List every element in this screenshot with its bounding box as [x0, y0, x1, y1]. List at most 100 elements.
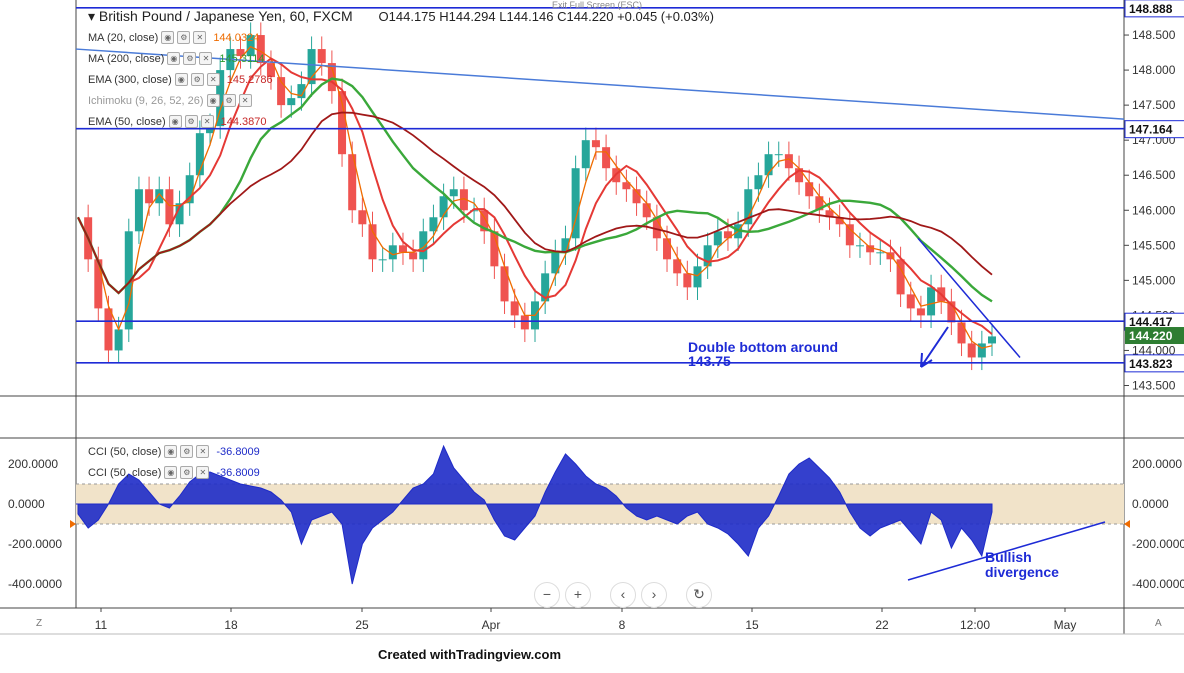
candle-body	[805, 182, 814, 197]
candle-body	[602, 147, 611, 169]
y-tick-label: 143.500	[1132, 378, 1176, 392]
x-tick-label: 25	[355, 618, 369, 632]
gear-icon[interactable]: ⚙	[183, 52, 197, 65]
ohlc-readout: O144.175 H144.294 L144.146 C144.220 +0.0…	[378, 9, 714, 24]
candle-body	[967, 343, 976, 358]
candle-body	[957, 322, 966, 344]
eye-icon[interactable]: ◉	[164, 466, 178, 479]
gear-icon[interactable]: ⚙	[184, 115, 198, 128]
y-tick-label: 145.500	[1132, 238, 1176, 252]
x-tick-label: 22	[875, 618, 889, 632]
cci-y-tick-label: -200.0000	[1132, 537, 1184, 551]
candle-body	[703, 245, 712, 267]
eye-icon[interactable]: ◉	[168, 115, 182, 128]
indicator-ma20[interactable]: MA (20, close) ◉ ⚙ ✕ 144.0324	[88, 31, 259, 44]
divergence-label: Bullish	[985, 549, 1032, 565]
gear-icon[interactable]: ⚙	[190, 73, 204, 86]
indicator-ema300[interactable]: EMA (300, close) ◉ ⚙ ✕ 145.2786	[88, 73, 273, 86]
eye-icon[interactable]: ◉	[167, 52, 181, 65]
chevron-left-icon[interactable]: ‹	[610, 582, 636, 608]
x-tick-label: 12:00	[960, 618, 990, 632]
candle-body	[134, 189, 143, 232]
y-tick-label: 148.000	[1132, 63, 1176, 77]
indicator-label: MA (200, close)	[88, 52, 165, 65]
indicator-value: -36.8009	[216, 466, 260, 479]
close-icon[interactable]: ✕	[238, 94, 252, 107]
cci-legend-1[interactable]: CCI (50, close) ◉ ⚙ ✕ -36.8009	[88, 445, 260, 458]
indicator-ma200[interactable]: MA (200, close) ◉ ⚙ ✕ 145.3114	[88, 52, 265, 65]
indicator-value: 144.3870	[220, 115, 267, 128]
gear-icon[interactable]: ⚙	[180, 466, 194, 479]
symbol-title[interactable]: British Pound / Japanese Yen, 60, FXCM	[99, 8, 353, 24]
cci-y-tick-label: 200.0000	[1132, 457, 1182, 471]
close-icon[interactable]: ✕	[196, 466, 210, 479]
close-icon[interactable]: ✕	[193, 31, 207, 44]
eye-icon[interactable]: ◉	[206, 94, 220, 107]
x-tick-label: 11	[95, 618, 108, 632]
x-tick-label: 15	[745, 618, 759, 632]
price-label: 148.888	[1129, 2, 1173, 16]
candle-body	[510, 301, 519, 316]
candle-body	[642, 203, 651, 218]
candle-body	[104, 308, 113, 351]
candle-body	[378, 259, 387, 261]
annotation-label: 143.75	[688, 353, 731, 369]
indicator-label: EMA (300, close)	[88, 73, 172, 86]
zoom-out-icon[interactable]: −	[534, 582, 560, 608]
close-icon[interactable]: ✕	[199, 52, 213, 65]
candle-body	[500, 266, 509, 302]
chevron-down-icon[interactable]: ▾	[88, 8, 95, 24]
candle-body	[165, 189, 174, 225]
candle-body	[927, 287, 936, 316]
credit-text: Created withTradingview.com	[378, 647, 562, 662]
cci-y-tick-label: -400.0000	[1132, 577, 1184, 591]
indicator-ichimoku[interactable]: Ichimoku (9, 26, 52, 26) ◉ ⚙ ✕	[88, 94, 252, 107]
candle-body	[723, 231, 732, 239]
reset-icon[interactable]: ↻	[686, 582, 712, 608]
candle-body	[114, 329, 123, 351]
x-tick-label: May	[1054, 618, 1077, 632]
candle-body	[338, 91, 347, 155]
indicator-label: CCI (50, close)	[88, 445, 162, 458]
indicator-ema50[interactable]: EMA (50, close) ◉ ⚙ ✕ 144.3870	[88, 115, 267, 128]
eye-icon[interactable]: ◉	[161, 31, 175, 44]
indicator-label: MA (20, close)	[88, 31, 159, 44]
gear-icon[interactable]: ⚙	[180, 445, 194, 458]
chevron-right-icon[interactable]: ›	[641, 582, 667, 608]
eye-icon[interactable]: ◉	[164, 445, 178, 458]
candle-body	[409, 252, 418, 260]
gear-icon[interactable]: ⚙	[177, 31, 191, 44]
candle-body	[591, 140, 600, 148]
candle-body	[693, 266, 702, 288]
zoom-in-icon[interactable]: +	[565, 582, 591, 608]
indicator-value: -36.8009	[216, 445, 260, 458]
candle-body	[713, 231, 722, 246]
y-tick-label: 148.500	[1132, 28, 1176, 42]
divergence-label: divergence	[985, 564, 1059, 580]
candle-body	[774, 154, 783, 156]
indicator-value: 144.0324	[213, 31, 260, 44]
corner-left-label[interactable]: Z	[36, 618, 42, 629]
cci-y-tick-label-left: -200.0000	[8, 537, 62, 551]
price-label: 147.164	[1129, 123, 1173, 137]
candle-body	[145, 189, 154, 204]
candle-body	[845, 224, 854, 246]
candle-body	[317, 49, 326, 64]
close-icon[interactable]: ✕	[196, 445, 210, 458]
candle-body	[916, 308, 925, 316]
price-label: 143.823	[1129, 357, 1173, 371]
x-tick-label: 8	[619, 618, 626, 632]
y-tick-label: 147.500	[1132, 98, 1176, 112]
close-icon[interactable]: ✕	[200, 115, 214, 128]
candle-body	[449, 189, 458, 197]
corner-right-label[interactable]: A	[1155, 618, 1162, 629]
indicator-label: CCI (50, close)	[88, 466, 162, 479]
y-tick-label: 146.000	[1132, 203, 1176, 217]
cci-y-tick-label-left: 0.0000	[8, 497, 45, 511]
close-icon[interactable]: ✕	[206, 73, 220, 86]
candle-body	[855, 245, 864, 247]
candle-body	[358, 210, 367, 225]
eye-icon[interactable]: ◉	[174, 73, 188, 86]
cci-legend-2[interactable]: CCI (50, close) ◉ ⚙ ✕ -36.8009	[88, 466, 260, 479]
gear-icon[interactable]: ⚙	[222, 94, 236, 107]
